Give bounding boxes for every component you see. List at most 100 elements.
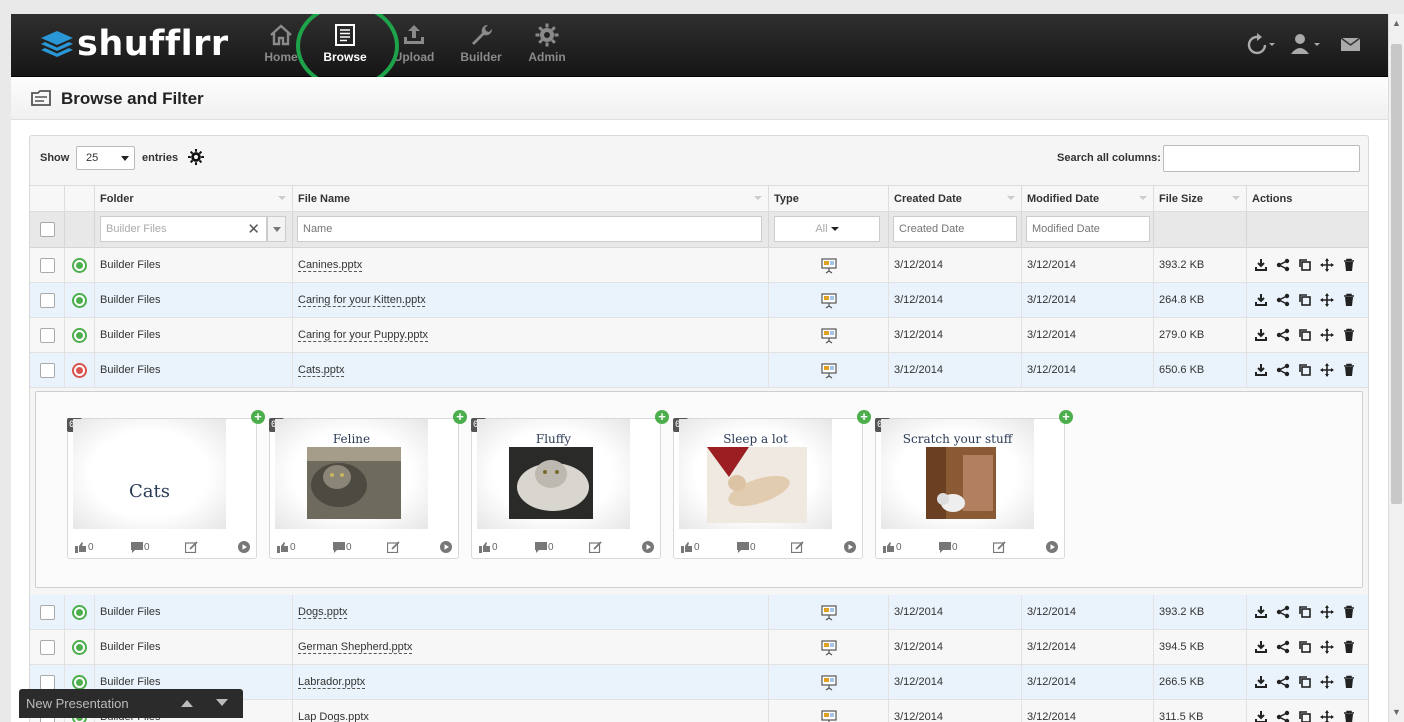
slide-thumbnail[interactable]: Fluffy: [477, 419, 630, 529]
header-file-name[interactable]: File Name: [292, 186, 768, 212]
trash-icon[interactable]: [1342, 605, 1356, 619]
expand-icon[interactable]: [72, 328, 87, 343]
slide-card[interactable]: 04 Sleep a lot + 0 0: [673, 410, 871, 559]
file-name-link[interactable]: Canines.pptx: [298, 259, 362, 271]
row-checkbox[interactable]: [40, 328, 55, 343]
move-icon[interactable]: [1320, 710, 1334, 722]
arrow-up-icon[interactable]: [180, 698, 194, 708]
scroll-down-icon[interactable]: ▼: [1392, 707, 1401, 717]
share-icon[interactable]: [1276, 605, 1290, 619]
expand-icon[interactable]: [72, 640, 87, 655]
thumbs-up-icon[interactable]: [883, 542, 895, 553]
trash-icon[interactable]: [1342, 675, 1356, 689]
copy-icon[interactable]: [1298, 258, 1312, 272]
slide-card[interactable]: 03 Fluffy + 0 0: [471, 410, 669, 559]
header-modified-date[interactable]: Modified Date: [1021, 186, 1153, 212]
move-icon[interactable]: [1320, 675, 1334, 689]
table-row[interactable]: Builder Files Dogs.pptx 3/12/2014 3/12/2…: [30, 595, 1368, 630]
file-name-link[interactable]: Lap Dogs.pptx: [298, 711, 369, 722]
thumbs-up-icon[interactable]: [479, 542, 491, 553]
name-filter-input[interactable]: [297, 216, 762, 242]
share-icon[interactable]: [1276, 640, 1290, 654]
arrow-down-icon[interactable]: [215, 698, 229, 708]
download-icon[interactable]: [1254, 640, 1268, 654]
header-created-date[interactable]: Created Date: [888, 186, 1021, 212]
add-slide-icon[interactable]: +: [453, 410, 467, 424]
expand-icon[interactable]: [72, 605, 87, 620]
header-folder[interactable]: Folder: [94, 186, 292, 212]
add-slide-icon[interactable]: +: [1059, 410, 1073, 424]
comment-icon[interactable]: [131, 542, 143, 553]
nav-admin[interactable]: Admin: [515, 22, 579, 74]
file-name-link[interactable]: German Shepherd.pptx: [298, 641, 412, 653]
edit-icon[interactable]: [387, 541, 400, 553]
table-row[interactable]: Builder Files Caring for your Kitten.ppt…: [30, 283, 1368, 318]
row-checkbox[interactable]: [40, 640, 55, 655]
row-checkbox[interactable]: [40, 258, 55, 273]
folder-filter-dropdown[interactable]: [267, 216, 286, 242]
add-slide-icon[interactable]: +: [251, 410, 265, 424]
page-scrollbar[interactable]: ▲ ▼: [1388, 14, 1404, 722]
trash-icon[interactable]: [1342, 710, 1356, 722]
play-icon[interactable]: [1046, 541, 1058, 553]
modified-date-filter[interactable]: [1026, 216, 1150, 242]
trash-icon[interactable]: [1342, 293, 1356, 307]
copy-icon[interactable]: [1298, 675, 1312, 689]
download-icon[interactable]: [1254, 605, 1268, 619]
clear-icon[interactable]: ✕: [247, 220, 260, 238]
search-input[interactable]: [1163, 145, 1360, 172]
copy-icon[interactable]: [1298, 605, 1312, 619]
table-row[interactable]: Builder Files German Shepherd.pptx 3/12/…: [30, 630, 1368, 665]
copy-icon[interactable]: [1298, 328, 1312, 342]
share-icon[interactable]: [1276, 328, 1290, 342]
share-icon[interactable]: [1276, 258, 1290, 272]
play-icon[interactable]: [844, 541, 856, 553]
trash-icon[interactable]: [1342, 640, 1356, 654]
share-icon[interactable]: [1276, 710, 1290, 722]
move-icon[interactable]: [1320, 293, 1334, 307]
move-icon[interactable]: [1320, 640, 1334, 654]
play-icon[interactable]: [440, 541, 452, 553]
slide-card[interactable]: 01 Cats + 0 0: [67, 410, 265, 559]
slide-thumbnail[interactable]: Cats: [73, 419, 226, 529]
edit-icon[interactable]: [791, 541, 804, 553]
row-checkbox[interactable]: [40, 675, 55, 690]
comment-icon[interactable]: [939, 542, 951, 553]
row-checkbox[interactable]: [40, 605, 55, 620]
play-icon[interactable]: [642, 541, 654, 553]
scroll-up-icon[interactable]: ▲: [1392, 18, 1401, 28]
trash-icon[interactable]: [1342, 363, 1356, 377]
trash-icon[interactable]: [1342, 328, 1356, 342]
slide-thumbnail[interactable]: Scratch your stuff: [881, 419, 1034, 529]
file-name-link[interactable]: Cats.pptx: [298, 364, 344, 376]
copy-icon[interactable]: [1298, 640, 1312, 654]
edit-icon[interactable]: [185, 541, 198, 553]
page-size-select[interactable]: 25: [76, 146, 135, 170]
settings-gear-icon[interactable]: [187, 148, 205, 166]
thumbs-up-icon[interactable]: [277, 542, 289, 553]
move-icon[interactable]: [1320, 605, 1334, 619]
mail-icon[interactable]: [1339, 32, 1363, 56]
folder-filter-input[interactable]: Builder Files ✕: [100, 216, 267, 242]
nav-builder[interactable]: Builder: [449, 22, 513, 74]
row-checkbox[interactable]: [40, 293, 55, 308]
file-name-link[interactable]: Caring for your Puppy.pptx: [298, 329, 428, 341]
scrollbar-thumb[interactable]: [1391, 44, 1402, 504]
download-icon[interactable]: [1254, 328, 1268, 342]
copy-icon[interactable]: [1298, 293, 1312, 307]
add-slide-icon[interactable]: +: [655, 410, 669, 424]
copy-icon[interactable]: [1298, 363, 1312, 377]
slide-card[interactable]: 05 Scratch your stuff + 0 0: [875, 410, 1073, 559]
download-icon[interactable]: [1254, 675, 1268, 689]
comment-icon[interactable]: [737, 542, 749, 553]
select-all-checkbox[interactable]: [40, 222, 55, 237]
header-file-size[interactable]: File Size: [1153, 186, 1246, 212]
move-icon[interactable]: [1320, 328, 1334, 342]
play-icon[interactable]: [238, 541, 250, 553]
expand-icon[interactable]: [72, 258, 87, 273]
file-name-link[interactable]: Dogs.pptx: [298, 606, 348, 618]
edit-icon[interactable]: [993, 541, 1006, 553]
share-icon[interactable]: [1276, 675, 1290, 689]
trash-icon[interactable]: [1342, 258, 1356, 272]
share-icon[interactable]: [1276, 293, 1290, 307]
